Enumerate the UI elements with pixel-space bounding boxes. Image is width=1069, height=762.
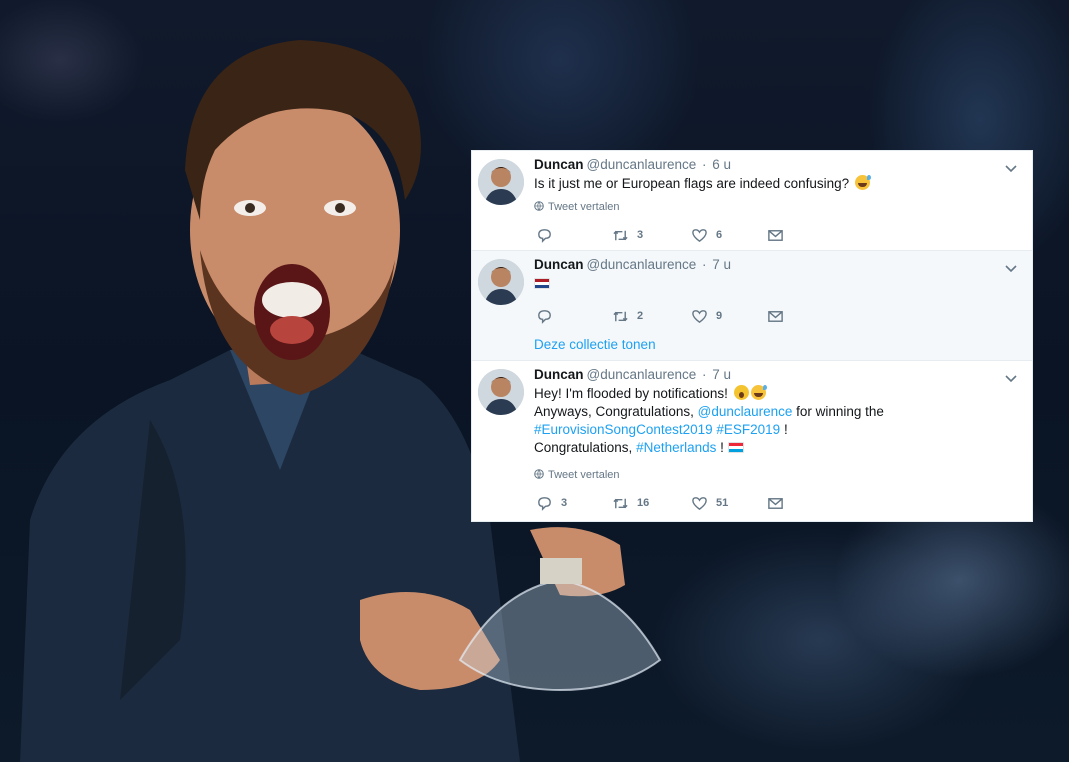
grinning-sweat-emoji-icon — [854, 175, 871, 190]
reply-icon — [538, 228, 551, 243]
tweet-text-content: Hey! I'm flooded by notifications! — [534, 386, 728, 401]
retweet-count: 3 — [637, 229, 644, 241]
retweet-button[interactable]: 2 — [612, 307, 643, 325]
tweet-actions: 3 6 — [534, 226, 834, 246]
timestamp[interactable]: 7 u — [712, 367, 731, 382]
reply-count: 3 — [561, 497, 568, 509]
retweet-icon — [613, 311, 628, 321]
reply-button[interactable] — [536, 307, 561, 325]
mention-link[interactable]: @dunclaurence — [698, 404, 793, 419]
tweet-header: Duncan @duncanlaurence · 7 u — [534, 367, 732, 382]
tweet-actions: 3 16 51 — [534, 494, 834, 514]
globe-icon — [534, 469, 544, 479]
direct-message-button[interactable] — [767, 494, 784, 512]
tweet-text-content: Is it just me or European flags are inde… — [534, 176, 850, 191]
like-icon — [692, 309, 707, 323]
direct-message-button[interactable] — [767, 226, 784, 244]
tweet-line: Hey! I'm flooded by notifications! — [534, 385, 884, 403]
hashtag-link[interactable]: #Netherlands — [636, 440, 716, 455]
like-count: 6 — [716, 229, 723, 241]
timestamp[interactable]: 6 u — [712, 157, 731, 172]
display-name[interactable]: Duncan — [534, 257, 584, 272]
hashtag-link[interactable]: #ESF2019 — [716, 422, 780, 437]
like-count: 51 — [716, 497, 729, 509]
direct-message-icon — [768, 497, 783, 509]
like-count: 9 — [716, 310, 723, 322]
reply-button[interactable] — [536, 226, 561, 244]
screaming-face-emoji-icon — [733, 385, 749, 400]
globe-icon — [534, 201, 544, 211]
tweet-actions: 2 9 — [534, 307, 834, 327]
tweet-line: #EurovisionSongContest2019 #ESF2019 ! — [534, 421, 884, 439]
translate-tweet-link[interactable]: Tweet vertalen — [534, 201, 620, 213]
reply-icon — [538, 496, 551, 511]
display-name[interactable]: Duncan — [534, 367, 584, 382]
tweet-text: Hey! I'm flooded by notifications! Anywa… — [534, 385, 884, 457]
tweet-text-content: for winning the — [796, 404, 884, 419]
tweet-text-content: Congratulations, — [534, 440, 633, 455]
display-name[interactable]: Duncan — [534, 157, 584, 172]
translate-tweet-link[interactable]: Tweet vertalen — [534, 469, 620, 481]
translate-label: Tweet vertalen — [548, 469, 620, 481]
chevron-down-icon[interactable] — [1004, 261, 1018, 275]
tweet-text: Is it just me or European flags are inde… — [534, 175, 871, 193]
like-icon — [692, 496, 707, 510]
translate-label: Tweet vertalen — [548, 201, 620, 213]
tweet[interactable]: Duncan @duncanlaurence · 7 u 2 9 Deze col… — [472, 251, 1032, 361]
tweet-line: Anyways, Congratulations, @dunclaurence … — [534, 403, 884, 421]
avatar[interactable] — [478, 259, 524, 305]
reply-button[interactable]: 3 — [536, 494, 567, 512]
direct-message-icon — [768, 229, 783, 241]
like-icon — [692, 228, 707, 242]
timestamp[interactable]: 7 u — [712, 257, 731, 272]
grinning-sweat-emoji-icon — [750, 385, 767, 400]
retweet-button[interactable]: 16 — [612, 494, 649, 512]
netherlands-flag-icon — [534, 278, 550, 289]
tweet-header: Duncan @duncanlaurence · 7 u — [534, 257, 732, 272]
tweet[interactable]: Duncan @duncanlaurence · 6 u Is it just m… — [472, 151, 1032, 251]
retweet-icon — [613, 498, 628, 508]
user-handle[interactable]: @duncanlaurence — [587, 157, 697, 172]
retweet-count: 16 — [637, 497, 650, 509]
tweet-header: Duncan @duncanlaurence · 6 u — [534, 157, 732, 172]
avatar[interactable] — [478, 159, 524, 205]
tweet-text — [534, 275, 550, 293]
like-button[interactable]: 51 — [691, 494, 728, 512]
reply-icon — [538, 309, 551, 324]
retweet-button[interactable]: 3 — [612, 226, 643, 244]
tweet-text-content: Anyways, Congratulations, — [534, 404, 694, 419]
tweet[interactable]: Duncan @duncanlaurence · 7 u Hey! I'm flo… — [472, 361, 1032, 523]
hashtag-link[interactable]: #EurovisionSongContest2019 — [534, 422, 713, 437]
retweet-count: 2 — [637, 310, 644, 322]
direct-message-button[interactable] — [767, 307, 784, 325]
like-button[interactable]: 6 — [691, 226, 722, 244]
tweet-text-content: ! — [783, 422, 788, 437]
like-button[interactable]: 9 — [691, 307, 722, 325]
show-collection-link[interactable]: Deze collectie tonen — [534, 337, 656, 352]
user-handle[interactable]: @duncanlaurence — [587, 257, 697, 272]
avatar[interactable] — [478, 369, 524, 415]
chevron-down-icon[interactable] — [1004, 161, 1018, 175]
luxembourg-flag-icon — [727, 442, 744, 453]
tweet-text-content: ! — [720, 440, 724, 455]
direct-message-icon — [768, 310, 783, 322]
chevron-down-icon[interactable] — [1004, 371, 1018, 385]
tweet-thread-card: Duncan @duncanlaurence · 6 u Is it just m… — [471, 150, 1033, 522]
tweet-line: Congratulations, #Netherlands ! — [534, 439, 884, 457]
retweet-icon — [613, 230, 628, 240]
user-handle[interactable]: @duncanlaurence — [587, 367, 697, 382]
